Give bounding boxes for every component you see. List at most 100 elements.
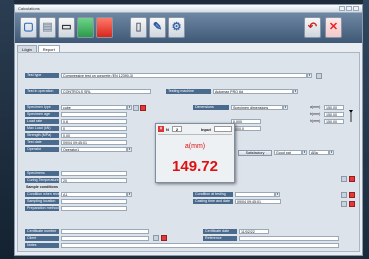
title-bar: Calculations bbox=[15, 5, 362, 13]
test-type-label: Test type bbox=[25, 73, 59, 78]
operator-select[interactable]: Operator1 bbox=[61, 147, 127, 152]
save-icon[interactable]: ▤ bbox=[39, 17, 56, 38]
condition-add-button[interactable] bbox=[341, 192, 347, 198]
measurement-dialog: × N 2 Input a(mm) 149.72 bbox=[155, 123, 235, 183]
dimensions-label: Dimensions bbox=[193, 105, 229, 110]
test-date-label: Test date bbox=[25, 140, 59, 145]
specimens-field[interactable] bbox=[61, 171, 127, 176]
curing-temp-label: Curing Temperature bbox=[25, 178, 59, 183]
input-label: Input bbox=[201, 127, 211, 132]
chevron-down-icon[interactable]: ▾ bbox=[329, 150, 334, 155]
specimens-delete-button[interactable] bbox=[349, 176, 355, 182]
curing-temp-field[interactable]: 20 bbox=[61, 178, 127, 183]
max-load-field[interactable]: 0 bbox=[61, 126, 127, 131]
load-rate-field[interactable]: 0,6 bbox=[61, 119, 127, 124]
condition-receipt-select[interactable]: A1 bbox=[61, 192, 127, 197]
desktop-background-left bbox=[0, 0, 14, 259]
specimen-add-button[interactable] bbox=[133, 105, 139, 111]
sampling-location-label: Sampling location bbox=[25, 199, 59, 204]
chevron-down-icon[interactable]: ▾ bbox=[127, 192, 132, 197]
sample-conditions-heading: Sample conditions bbox=[26, 185, 58, 189]
strength-field[interactable]: 0,00 bbox=[61, 133, 127, 138]
strength-label: Strength (MPa) bbox=[25, 133, 59, 138]
max-load-label: Max Load (kN) bbox=[25, 126, 59, 131]
tools-icon[interactable]: ✎ bbox=[149, 17, 166, 38]
dim-h-field[interactable]: 150,00 bbox=[324, 119, 344, 124]
mass-field[interactable]: 0,000 bbox=[231, 119, 261, 124]
dim-b-label: b(mm) bbox=[310, 112, 321, 116]
test-date-field[interactable]: 09/04 09:45:01 bbox=[61, 140, 127, 145]
sampling-location-field[interactable] bbox=[61, 199, 127, 204]
maximize-button[interactable] bbox=[346, 6, 352, 11]
dialog-close-button[interactable]: × bbox=[158, 126, 164, 132]
condition-delete-button[interactable] bbox=[349, 192, 355, 198]
density-field[interactable]: 0000,0 bbox=[231, 126, 261, 131]
casting-time-label: Casting time and date bbox=[193, 199, 233, 204]
tab-strip: Lögin Report bbox=[17, 45, 61, 53]
chevron-down-icon[interactable]: ▾ bbox=[293, 89, 298, 94]
certificate-date-label: Certificate date bbox=[203, 229, 237, 234]
dialog-divider bbox=[158, 134, 232, 135]
client-field[interactable] bbox=[61, 236, 149, 241]
chevron-down-icon[interactable]: ▾ bbox=[127, 147, 132, 152]
specimen-delete-button[interactable] bbox=[140, 105, 146, 111]
new-doc-icon[interactable]: ▢ bbox=[20, 17, 37, 38]
reference-label: Reference bbox=[203, 236, 237, 241]
chevron-down-icon[interactable]: ▾ bbox=[283, 105, 288, 110]
testing-machine-label: Testing machine bbox=[166, 89, 211, 94]
reference-field[interactable] bbox=[239, 236, 339, 241]
input-field[interactable] bbox=[214, 126, 232, 132]
chevron-down-icon[interactable]: ▾ bbox=[307, 73, 312, 78]
certificate-number-label: Certificate number bbox=[25, 229, 59, 234]
condition-testing-select[interactable] bbox=[235, 192, 275, 197]
measurement-reading: 149.72 bbox=[172, 158, 218, 175]
undo-icon[interactable]: ↶ bbox=[304, 17, 321, 38]
condition-receipt-label: Condition when received bbox=[25, 192, 67, 197]
casting-delete-button[interactable] bbox=[349, 201, 355, 207]
test-type-settings-button[interactable] bbox=[316, 73, 322, 79]
failure-mode-select[interactable]: ABa bbox=[309, 150, 329, 155]
print-icon[interactable]: ▭ bbox=[58, 17, 75, 38]
chevron-down-icon[interactable]: ▾ bbox=[127, 105, 132, 110]
n-label: N bbox=[166, 127, 169, 132]
preparation-method-field[interactable] bbox=[61, 206, 127, 211]
export-pdf-icon[interactable] bbox=[96, 17, 113, 38]
certificate-date-field[interactable]: 11/02/22 bbox=[239, 229, 269, 234]
testing-machine-select[interactable]: Automax PRO 6d bbox=[213, 89, 293, 94]
test-operation-label: Test in operation bbox=[25, 89, 59, 94]
chevron-down-icon[interactable]: ▾ bbox=[275, 192, 280, 197]
dim-a-label: a(mm) bbox=[310, 105, 321, 109]
client-add-button[interactable] bbox=[153, 235, 159, 241]
dimensions-select[interactable]: Specimen dimensions bbox=[231, 105, 283, 110]
window-close-button[interactable] bbox=[353, 6, 359, 11]
specimens-label: Specimens bbox=[25, 171, 59, 176]
casting-time-field[interactable]: 09/04 09:45:01 bbox=[235, 199, 281, 204]
specimens-add-button[interactable] bbox=[341, 176, 347, 182]
minimize-button[interactable] bbox=[339, 6, 345, 11]
satisfactory-button[interactable]: Satisfactory bbox=[238, 150, 272, 156]
settings-icon[interactable]: ⚙ bbox=[168, 17, 185, 38]
certificate-number-field[interactable] bbox=[61, 229, 149, 234]
door-exit-icon[interactable]: ▯ bbox=[130, 17, 147, 38]
specimen-type-select[interactable]: cube bbox=[61, 105, 127, 110]
export-excel-icon[interactable] bbox=[77, 17, 94, 38]
specimen-type-label: Specimen type bbox=[25, 105, 59, 110]
close-icon[interactable]: ✕ bbox=[325, 17, 342, 38]
client-delete-button[interactable] bbox=[161, 235, 167, 241]
dim-b-field[interactable]: 150,00 bbox=[324, 112, 344, 117]
window-title: Calculations bbox=[18, 6, 40, 11]
dim-h-label: h(mm) bbox=[310, 119, 321, 123]
main-toolbar: ▢ ▤ ▭ ▯ ✎ ⚙ ↶ ✕ bbox=[15, 13, 362, 43]
client-label: Client bbox=[25, 236, 59, 241]
satisfactory-select[interactable]: Good pat bbox=[274, 150, 302, 155]
app-window: Calculations ▢ ▤ ▭ ▯ ✎ ⚙ ↶ ✕ Lögin Repor… bbox=[14, 4, 363, 256]
casting-add-button[interactable] bbox=[341, 201, 347, 207]
dim-a-field[interactable]: 150,00 bbox=[324, 105, 344, 110]
test-operation-field[interactable]: CONTROLS SRL bbox=[61, 89, 151, 94]
desktop-background-right bbox=[363, 0, 369, 259]
chevron-down-icon[interactable]: ▾ bbox=[302, 150, 307, 155]
notes-field[interactable] bbox=[61, 243, 339, 248]
test-type-select[interactable]: Compressive test on concrete (EN 12390-3… bbox=[61, 73, 307, 78]
n-value-field[interactable]: 2 bbox=[172, 126, 182, 132]
specimen-age-field[interactable] bbox=[61, 112, 127, 117]
